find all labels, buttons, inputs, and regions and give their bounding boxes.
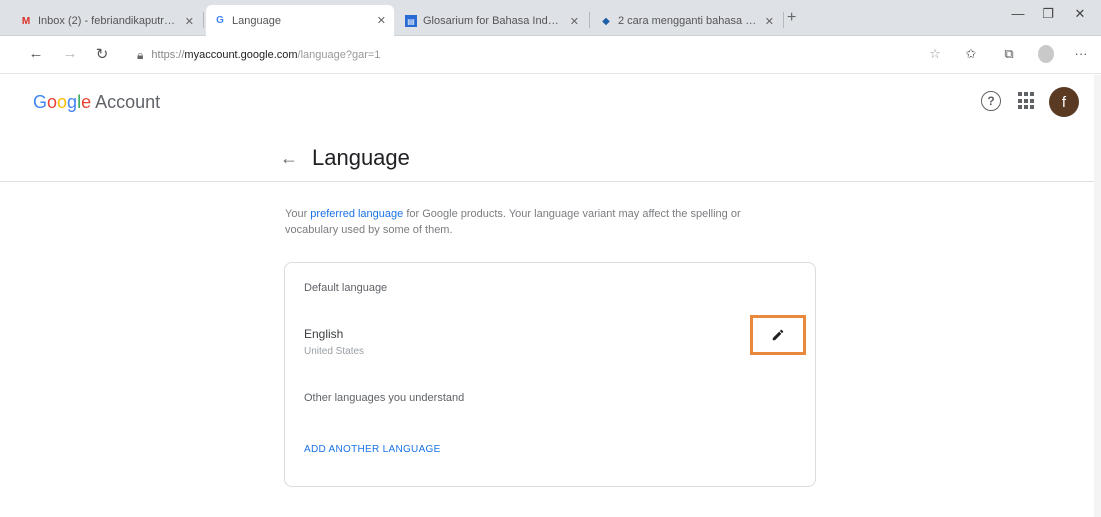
- language-card: Default language English United States O…: [284, 262, 816, 487]
- back-arrow-icon[interactable]: ←: [280, 148, 298, 169]
- logo-letter: o: [47, 92, 58, 112]
- favorites-icon[interactable]: ✩: [962, 46, 980, 62]
- google-icon: G: [216, 15, 224, 26]
- help-icon[interactable]: ?: [981, 91, 1001, 111]
- default-language-label: Default language: [304, 282, 388, 294]
- tab-title: 2 cara mengganti bahasa di go...: [618, 15, 759, 27]
- tab-inbox[interactable]: M Inbox (2) - febriandikaputra@... ✕: [12, 6, 202, 36]
- tab-title: Glosarium for Bahasa Indonesia: [423, 15, 564, 27]
- google-account-header: Google Account ? f: [0, 75, 1101, 135]
- tab-separator: [589, 12, 590, 28]
- more-menu-icon[interactable]: ···: [1072, 46, 1090, 61]
- url-host: myaccount.google.com: [184, 49, 298, 61]
- close-icon[interactable]: ✕: [185, 15, 194, 28]
- new-tab-icon[interactable]: +: [787, 9, 796, 27]
- add-another-language-button[interactable]: ADD ANOTHER LANGUAGE: [304, 444, 441, 455]
- google-wordmark: Google: [33, 92, 91, 113]
- collections-icon[interactable]: ⧉: [1000, 46, 1018, 62]
- tab-language[interactable]: G Language ✕: [206, 5, 394, 36]
- tab-title: Inbox (2) - febriandikaputra@...: [38, 15, 179, 27]
- description-prefix: Your: [285, 208, 311, 220]
- tab-separator: [783, 12, 784, 28]
- address-bar[interactable]: 🔒︎ https:// myaccount.google.com /langua…: [137, 43, 380, 67]
- tab-title: Language: [232, 14, 281, 27]
- gmail-icon: M: [21, 15, 31, 27]
- url-scheme: https://: [151, 49, 185, 61]
- default-language-variant: United States: [304, 346, 365, 357]
- logo-letter: e: [81, 92, 92, 112]
- edit-language-button[interactable]: [750, 315, 806, 355]
- avatar[interactable]: f: [1049, 87, 1079, 117]
- tab-glosarium[interactable]: ▤ Glosarium for Bahasa Indonesia ✕: [397, 6, 587, 36]
- refresh-icon[interactable]: ↻: [92, 45, 112, 63]
- forward-icon[interactable]: →: [60, 45, 80, 62]
- google-account-logo[interactable]: Google Account: [33, 92, 160, 113]
- page-description: Your preferred language for Google produ…: [285, 206, 795, 238]
- window-close-icon[interactable]: ✕: [1065, 6, 1095, 22]
- doc-icon: ▤: [405, 15, 417, 27]
- page-header: ← Language: [280, 140, 410, 176]
- lock-icon: 🔒︎: [137, 47, 144, 62]
- header-divider: [0, 181, 1101, 182]
- page-scrollbar[interactable]: [1094, 75, 1101, 517]
- car-icon: ◆: [602, 15, 610, 27]
- default-language-name: English: [304, 327, 344, 341]
- restore-icon[interactable]: ❐: [1033, 6, 1063, 22]
- browser-tab-strip: M Inbox (2) - febriandikaputra@... ✕ G L…: [0, 0, 1101, 36]
- browser-toolbar: ← → ↻ 🔒︎ https:// myaccount.google.com /…: [0, 36, 1101, 74]
- logo-letter: o: [57, 92, 68, 112]
- page-title: Language: [312, 145, 410, 170]
- logo-letter: g: [67, 92, 78, 112]
- url-path: /language?gar=1: [297, 49, 381, 61]
- tab-cara-mengganti[interactable]: ◆ 2 cara mengganti bahasa di go... ✕: [592, 6, 782, 36]
- tab-separator: [203, 12, 204, 28]
- preferred-language-link[interactable]: preferred language: [310, 208, 403, 220]
- browser-profile-icon[interactable]: [1038, 45, 1054, 63]
- account-label: Account: [95, 92, 161, 112]
- apps-grid-icon[interactable]: [1018, 92, 1036, 110]
- close-icon[interactable]: ✕: [377, 14, 386, 27]
- back-icon[interactable]: ←: [26, 45, 46, 62]
- close-icon[interactable]: ✕: [570, 15, 579, 28]
- other-languages-label: Other languages you understand: [304, 392, 465, 404]
- minimize-icon[interactable]: —: [1003, 6, 1033, 21]
- logo-letter: G: [33, 92, 48, 112]
- bookmark-star-icon[interactable]: ☆: [926, 46, 944, 62]
- close-icon[interactable]: ✕: [765, 15, 774, 28]
- pencil-icon: [772, 329, 784, 341]
